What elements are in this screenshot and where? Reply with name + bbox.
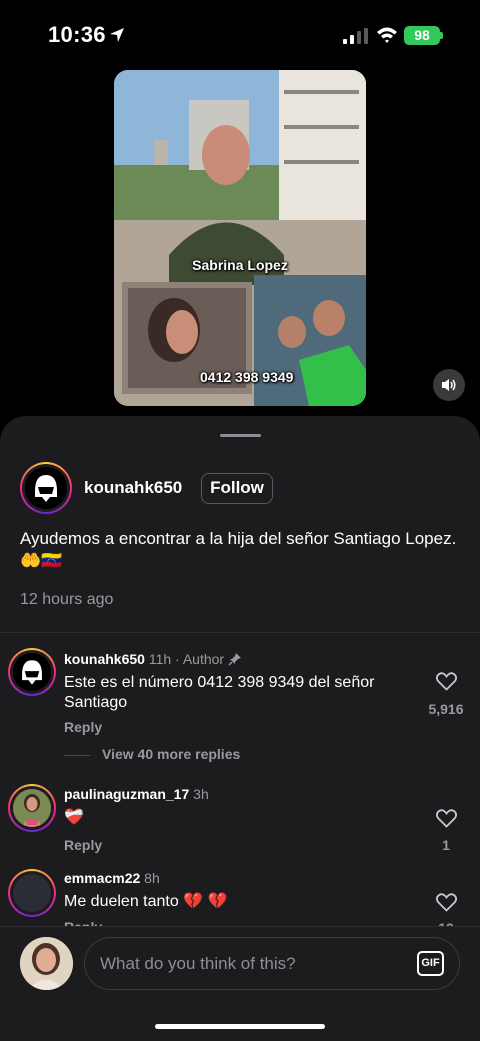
comment-username[interactable]: paulinaguzman_17 3h: [64, 786, 209, 802]
comment-username[interactable]: kounahk650 11h · Author: [64, 651, 242, 667]
heart-icon[interactable]: [436, 672, 457, 691]
comment-time: 8h: [144, 870, 160, 886]
post-author-avatar[interactable]: [20, 462, 72, 514]
view-more-replies-button[interactable]: View 40 more replies: [64, 746, 240, 762]
heart-icon[interactable]: [436, 809, 457, 828]
comment-username[interactable]: emmacm22 8h: [64, 870, 160, 886]
status-bar: 10:36 98: [0, 0, 480, 70]
comment-avatar[interactable]: [8, 648, 56, 696]
comment-time: 11h: [148, 651, 172, 667]
follow-button[interactable]: Follow: [201, 473, 273, 504]
post-caption: Ayudemos a encontrar a la hija del señor…: [20, 529, 457, 570]
post-username[interactable]: kounahk650: [84, 478, 182, 498]
heart-icon[interactable]: [436, 893, 457, 912]
reply-button[interactable]: Reply: [64, 837, 102, 853]
comment-text: ❤️‍🩹: [64, 809, 84, 826]
battery-cap: [440, 32, 443, 39]
wifi-icon: [377, 27, 397, 43]
profile-photo: [13, 874, 51, 912]
cellular-signal-icon: [343, 28, 368, 44]
helmet-avatar-image: [13, 653, 51, 691]
battery-indicator: 98: [404, 26, 440, 45]
comment-input[interactable]: What do you think of this? GIF: [84, 937, 460, 990]
home-indicator[interactable]: [155, 1024, 325, 1029]
reply-button[interactable]: Reply: [64, 719, 102, 735]
video-player[interactable]: Sabrina Lopez 0412 398 9349: [114, 70, 366, 406]
video-overlay-name: Sabrina Lopez: [192, 257, 288, 273]
comment-time: 3h: [193, 786, 209, 802]
current-user-avatar[interactable]: [20, 937, 73, 990]
comment-avatar[interactable]: [8, 869, 56, 917]
status-time: 10:36: [48, 22, 106, 47]
like-count: 1: [442, 837, 450, 853]
video-frame-image: [114, 70, 366, 406]
sound-toggle-button[interactable]: [433, 369, 465, 401]
divider: [0, 632, 480, 633]
like-count: 5,916: [428, 701, 464, 717]
profile-photo: [13, 789, 51, 827]
video-overlay-phone: 0412 398 9349: [200, 369, 294, 385]
gif-button[interactable]: GIF: [417, 951, 444, 976]
comment-text: Este es el número 0412 398 9349 del seño…: [64, 674, 375, 711]
pin-icon: [228, 653, 241, 666]
comment-input-placeholder[interactable]: What do you think of this?: [100, 954, 296, 974]
comment-text: Me duelen tanto 💔 💔: [64, 893, 228, 910]
post-time: 12 hours ago: [20, 591, 114, 608]
comment-avatar[interactable]: [8, 784, 56, 832]
comment-composer: What do you think of this? GIF: [0, 926, 480, 1041]
author-badge: · Author: [175, 651, 225, 667]
location-arrow-icon: [110, 28, 124, 42]
helmet-avatar-image: [25, 467, 67, 509]
speaker-icon: [442, 379, 456, 391]
sheet-grabber[interactable]: [220, 434, 261, 437]
